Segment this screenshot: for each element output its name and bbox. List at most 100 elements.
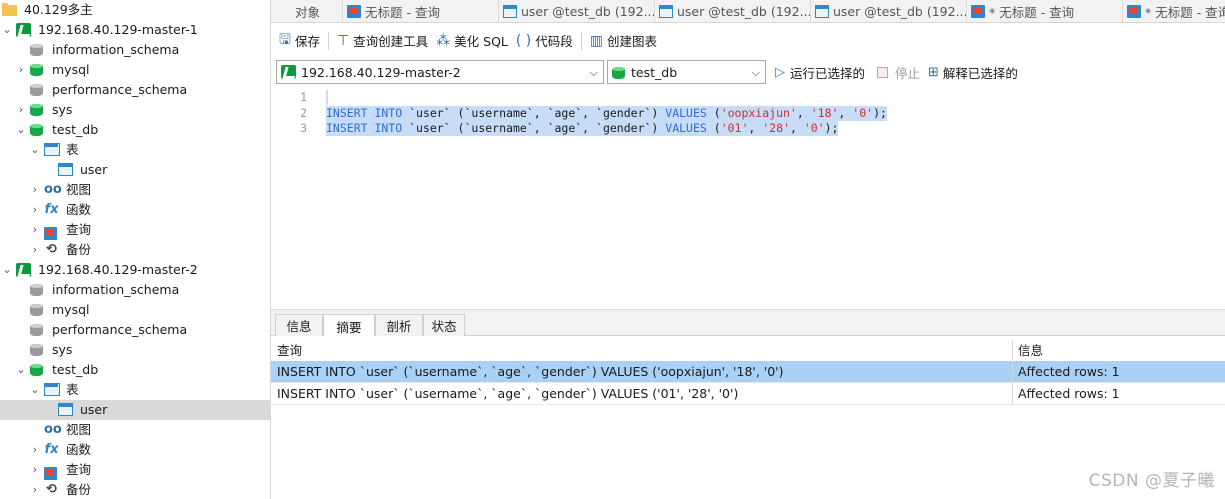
chevron-right-icon[interactable]: › <box>29 243 41 257</box>
cell-query[interactable]: INSERT INTO `user` (`username`, `age`, `… <box>271 361 1011 383</box>
tree-node-label: information_schema <box>52 42 180 57</box>
code-snippet-button[interactable]: ( ) 代码段 <box>512 30 577 52</box>
database-icon <box>30 363 43 376</box>
tree-node[interactable]: › ⟲ 备份 <box>0 240 270 260</box>
table-icon <box>58 403 73 416</box>
sql-editor[interactable]: 123 INSERT INTO `user` (`username`, `age… <box>271 87 1225 309</box>
cell-info[interactable]: Affected rows: 1 <box>1012 361 1225 383</box>
chevron-right-icon[interactable]: › <box>29 183 41 197</box>
tree-node[interactable]: › 查询 <box>0 220 270 240</box>
chevron-right-icon[interactable]: › <box>29 223 41 237</box>
column-divider[interactable] <box>1012 340 1013 362</box>
code-line: INSERT INTO `user` (`username`, `age`, `… <box>326 105 887 121</box>
explain-selected-button[interactable]: ⊞ 解释已选择的 <box>928 62 1018 82</box>
tree-node[interactable]: ⌄ 192.168.40.129-master-2 <box>0 260 270 280</box>
tab-table-view[interactable]: user @test_db (192.... <box>499 0 655 22</box>
cell-info[interactable]: Affected rows: 1 <box>1012 383 1225 405</box>
database-select[interactable]: test_db ⌵ <box>607 60 766 84</box>
result-tab[interactable]: 摘要 <box>323 314 375 337</box>
chevron-down-icon[interactable]: ⌄ <box>15 363 27 377</box>
cell-query[interactable]: INSERT INTO `user` (`username`, `age`, `… <box>271 383 1011 405</box>
tab-query[interactable]: * 无标题 - 查询 <box>1123 0 1225 22</box>
query-builder-icon: ⊤ <box>336 32 350 49</box>
save-label: 保存 <box>294 34 320 49</box>
beautify-sql-button[interactable]: ⁂ 美化 SQL <box>432 30 512 52</box>
tree-node[interactable]: performance_schema <box>0 80 270 100</box>
database-icon <box>30 63 43 76</box>
stop-label: 停止 <box>895 65 921 81</box>
code-token: , <box>838 105 853 120</box>
mysql-connection-icon <box>16 23 31 37</box>
tree-node[interactable]: 40.129多主 <box>0 0 270 20</box>
tree-node-label: 40.129多主 <box>24 2 93 17</box>
chevron-right-icon[interactable]: › <box>15 103 27 117</box>
create-chart-button[interactable]: ▥ 创建图表 <box>586 30 661 52</box>
chevron-down-icon[interactable]: ⌄ <box>15 123 27 137</box>
beautify-sql-label: 美化 SQL <box>454 34 508 49</box>
tree-node-label: performance_schema <box>52 82 188 97</box>
tree-node[interactable]: oo 视图 <box>0 420 270 440</box>
function-icon: fx <box>44 442 59 457</box>
connection-select[interactable]: 192.168.40.129-master-2 ⌵ <box>276 60 604 84</box>
chevron-right-icon[interactable]: › <box>15 63 27 77</box>
tab-objects[interactable]: 对象 <box>271 0 343 22</box>
column-header-query[interactable]: 查询 <box>271 340 1011 362</box>
stop-button[interactable]: 停止 <box>877 62 920 82</box>
chevron-right-icon[interactable]: › <box>29 203 41 217</box>
tree-node[interactable]: › fx 函数 <box>0 200 270 220</box>
tree-node[interactable]: performance_schema <box>0 320 270 340</box>
tree-node[interactable]: ⌄ 192.168.40.129-master-1 <box>0 20 270 40</box>
database-icon-gray <box>30 283 43 296</box>
tree-node-label: mysql <box>52 62 90 77</box>
column-header-info[interactable]: 信息 <box>1012 340 1225 362</box>
database-icon <box>30 123 43 136</box>
tree-node-label: 视图 <box>66 422 92 437</box>
tab-query[interactable]: 无标题 - 查询 <box>343 0 499 22</box>
tree-node[interactable]: ⌄ 表 <box>0 140 270 160</box>
tree-node-label: 192.168.40.129-master-2 <box>38 262 198 277</box>
tree-node[interactable]: sys <box>0 340 270 360</box>
chevron-right-icon[interactable]: › <box>29 443 41 457</box>
tab-table-view[interactable]: user @test_db (192.... <box>811 0 967 22</box>
tree-node[interactable]: › oo 视图 <box>0 180 270 200</box>
result-tab[interactable]: 信息 <box>275 314 323 336</box>
tree-node[interactable]: information_schema <box>0 280 270 300</box>
chevron-down-icon[interactable]: ⌄ <box>29 143 41 157</box>
tree-node[interactable]: mysql <box>0 300 270 320</box>
run-selected-button[interactable]: ▷ 运行已选择的 <box>775 62 865 82</box>
table-row[interactable]: INSERT INTO `user` (`username`, `age`, `… <box>271 361 1225 383</box>
code-line: INSERT INTO `user` (`username`, `age`, `… <box>326 121 839 136</box>
tree-node[interactable]: › mysql <box>0 60 270 80</box>
tree-node[interactable]: › 查询 <box>0 460 270 480</box>
tree-node[interactable]: › sys <box>0 100 270 120</box>
table-row[interactable]: INSERT INTO `user` (`username`, `age`, `… <box>271 383 1225 405</box>
tree-node[interactable]: information_schema <box>0 40 270 60</box>
sql-code-area[interactable]: INSERT INTO `user` (`username`, `age`, `… <box>326 87 1225 309</box>
line-number: 3 <box>300 121 307 135</box>
save-button[interactable]: 🖫 保存 <box>275 30 324 52</box>
code-token: '01' <box>720 121 749 135</box>
chevron-down-icon[interactable]: ⌄ <box>29 383 41 397</box>
tree-node[interactable]: › ⟲ 备份 <box>0 480 270 499</box>
chevron-down-icon: ⌵ <box>751 66 760 79</box>
tree-node-label: 表 <box>66 382 79 397</box>
tree-node[interactable]: user <box>0 400 270 420</box>
tree-node[interactable]: ⌄ test_db <box>0 120 270 140</box>
tab-table-view[interactable]: user @test_db (192.... <box>655 0 811 22</box>
database-icon <box>612 66 625 79</box>
tree-node[interactable]: user <box>0 160 270 180</box>
query-builder-button[interactable]: ⊤ 查询创建工具 <box>333 30 432 52</box>
chevron-down-icon[interactable]: ⌄ <box>1 263 13 277</box>
tree-node[interactable]: › fx 函数 <box>0 440 270 460</box>
chevron-right-icon[interactable]: › <box>29 463 41 477</box>
tree-node[interactable]: ⌄ test_db <box>0 360 270 380</box>
tree-node-label: 备份 <box>66 242 92 257</box>
tab-query[interactable]: * 无标题 - 查询 <box>967 0 1123 22</box>
tree-node[interactable]: ⌄ 表 <box>0 380 270 400</box>
result-tab[interactable]: 状态 <box>423 314 465 336</box>
toolbar-divider <box>580 31 582 50</box>
connection-tree[interactable]: 40.129多主 ⌄ 192.168.40.129-master-1 informat… <box>0 0 271 499</box>
chevron-down-icon[interactable]: ⌄ <box>1 23 13 37</box>
result-tab[interactable]: 剖析 <box>375 314 423 336</box>
chevron-right-icon[interactable]: › <box>29 483 41 497</box>
